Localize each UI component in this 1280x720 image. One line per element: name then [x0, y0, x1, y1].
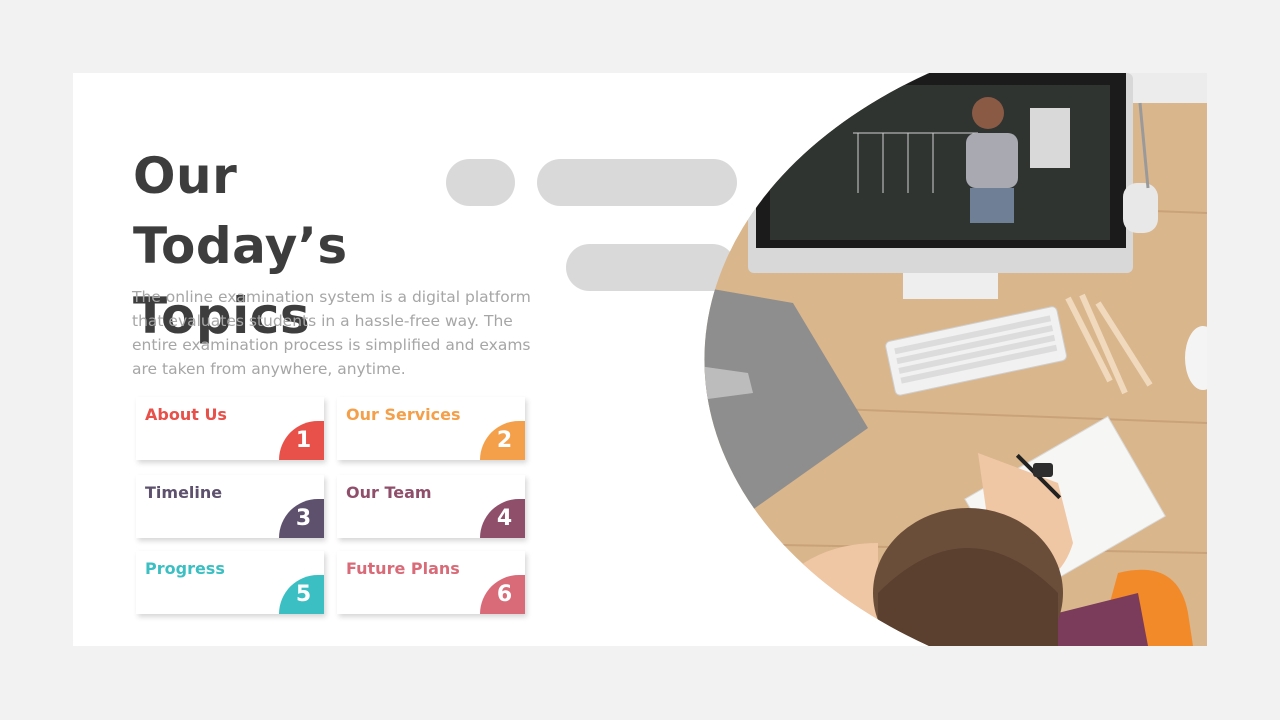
- topic-label: About Us: [145, 405, 227, 424]
- topic-number: 2: [480, 421, 525, 460]
- decorative-pill: [446, 159, 515, 206]
- topic-label: Timeline: [145, 483, 223, 502]
- topic-label: Our Team: [346, 483, 432, 502]
- topic-label: Our Services: [346, 405, 461, 424]
- decorative-pill: [566, 244, 736, 291]
- topic-card-about-us[interactable]: About Us 1: [136, 397, 324, 460]
- topic-number: 4: [480, 499, 525, 538]
- topic-number: 1: [279, 421, 324, 460]
- topic-card-our-services[interactable]: Our Services 2: [337, 397, 525, 460]
- decorative-pill: [537, 159, 737, 206]
- slide-description: The online examination system is a digit…: [132, 288, 531, 378]
- topic-label: Future Plans: [346, 559, 460, 578]
- topic-card-our-team[interactable]: Our Team 4: [337, 475, 525, 538]
- topic-number: 5: [279, 575, 324, 614]
- topic-label: Progress: [145, 559, 225, 578]
- topic-card-timeline[interactable]: Timeline 3: [136, 475, 324, 538]
- slide: Our Today’s Topics The online examinatio…: [73, 73, 1207, 646]
- online-exam-photo-icon: [704, 73, 1207, 646]
- topic-card-progress[interactable]: Progress 5: [136, 551, 324, 614]
- topic-card-future-plans[interactable]: Future Plans 6: [337, 551, 525, 614]
- online-exam-photo: [704, 73, 1207, 646]
- topic-number: 3: [279, 499, 324, 538]
- topic-number: 6: [480, 575, 525, 614]
